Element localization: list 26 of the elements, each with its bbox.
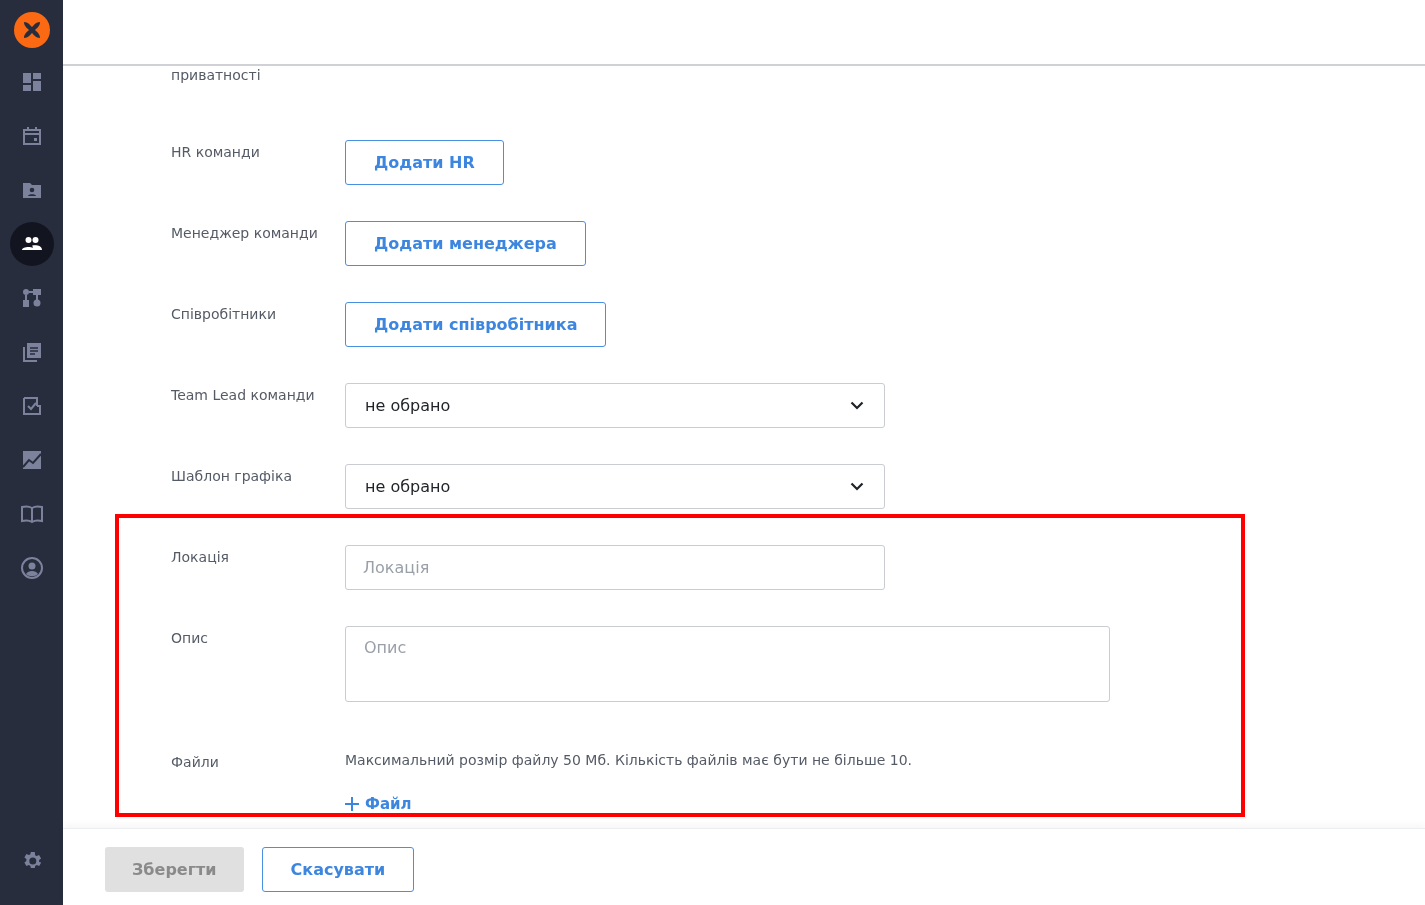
add-button[interactable]: Додати співробітника (345, 302, 607, 347)
add-button[interactable]: Додати менеджера (345, 221, 586, 266)
cancel-button[interactable]: Скасувати (261, 847, 415, 892)
field-label: Шаблон графіка (171, 467, 294, 486)
field-label: HR команди (171, 143, 261, 162)
logo-icon[interactable] (13, 12, 50, 48)
field-label: Менеджер команди (171, 224, 319, 243)
textarea-field[interactable]: Опис (345, 626, 1110, 702)
file-hint: Максимальний розмір файлу 50 Мб. Кількість файлів має бути не більше 10. (345, 751, 913, 770)
select-field[interactable]: не обрано (345, 464, 885, 509)
sidebar-item[interactable] (9, 222, 54, 266)
plus-icon (345, 797, 359, 812)
field-label: приватності (171, 67, 262, 85)
book-icon (19, 502, 44, 526)
field-label: Локація (171, 548, 230, 567)
field-label: Файли (171, 753, 220, 772)
field-label: Team Lead команди (171, 386, 316, 405)
field-label: Співробітники (171, 305, 277, 324)
chevron-down-icon (850, 482, 864, 491)
add-button[interactable]: Додати HR (345, 140, 504, 185)
chevron-down-icon (850, 401, 864, 410)
select-field[interactable]: не обрано (345, 383, 885, 428)
add-file-button[interactable]: Файл (345, 793, 412, 816)
input-field[interactable]: Локація (345, 545, 885, 590)
user-circle-icon (19, 556, 44, 580)
field-label: Опис (171, 629, 209, 648)
